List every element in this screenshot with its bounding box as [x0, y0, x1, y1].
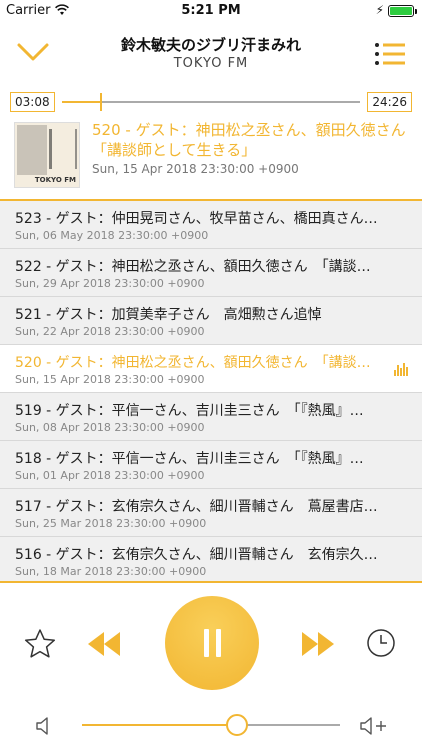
chevron-down-icon[interactable]	[16, 37, 50, 67]
clock-icon[interactable]	[366, 628, 396, 658]
episode-date: Sun, 25 Mar 2018 23:30:00 +0900	[15, 517, 207, 530]
episode-date: Sun, 08 Apr 2018 23:30:00 +0900	[15, 421, 205, 434]
artwork-photo	[17, 125, 47, 175]
episode-title: 516 - ゲスト：玄侑宗久さん、細川晋輔さん 玄侑宗久…	[15, 547, 378, 563]
volume-thumb[interactable]	[225, 714, 248, 736]
episode-row[interactable]: 521 - ゲスト：加賀美幸子さん 高畑勲さん追悼 Sun, 22 Apr 201…	[0, 297, 422, 345]
artwork-logo: TOKYO FM	[34, 176, 76, 184]
episode-date: Sun, 01 Apr 2018 23:30:00 +0900	[15, 469, 205, 482]
episode-date: Sun, 15 Apr 2018 23:30:00 +0900	[15, 373, 205, 386]
episode-row[interactable]: 519 - ゲスト：平信一さん、吉川圭三さん 「『熱風』… Sun, 08 Apr…	[0, 393, 422, 441]
speaker-low-icon	[36, 717, 48, 735]
volume-fill	[82, 724, 237, 726]
episode-row[interactable]: 520 - ゲスト：神田松之丞さん、額田久徳さん 「講談… Sun, 15 Apr…	[0, 345, 422, 393]
status-time: 5:21 PM	[181, 3, 241, 18]
now-playing-equalizer-icon	[394, 363, 408, 376]
volume-slider[interactable]	[82, 714, 340, 736]
list-menu-icon[interactable]	[374, 42, 406, 66]
podcast-author: TOKYO FM	[173, 56, 249, 71]
nav-bar: 鈴木敏夫のジブリ汗まみれ TOKYO FM	[0, 22, 422, 82]
elapsed-time: 03:08	[10, 92, 55, 112]
episode-row[interactable]: 522 - ゲスト：神田松之丞さん、額田久徳さん 「講談… Sun, 29 Apr…	[0, 249, 422, 297]
episode-date: Sun, 18 Mar 2018 23:30:00 +0900	[15, 565, 207, 578]
episode-title: 517 - ゲスト：玄侑宗久さん、細川晋輔さん 蔦屋書店…	[15, 499, 378, 515]
episode-title: 519 - ゲスト：平信一さん、吉川圭三さん 「『熱風』…	[15, 403, 364, 419]
now-playing: TOKYO FM 520 - ゲスト：神田松之丞さん、額田久徳さん 「講談師とし…	[0, 118, 422, 198]
progress-slider[interactable]	[62, 93, 360, 111]
podcast-title: 鈴木敏夫のジブリ汗まみれ	[120, 36, 301, 54]
rewind-icon[interactable]	[86, 630, 122, 658]
episode-title: 521 - ゲスト：加賀美幸子さん 高畑勲さん追悼	[15, 307, 322, 323]
episode-title: 522 - ゲスト：神田松之丞さん、額田久徳さん 「講談…	[15, 259, 371, 275]
charging-icon: ⚡	[375, 3, 384, 17]
episode-list: 523 - ゲスト：仲田晃司さん、牧早苗さん、橋田真さん… Sun, 06 May…	[0, 199, 422, 583]
pause-icon	[204, 629, 209, 657]
episode-title: 520 - ゲスト：神田松之丞さん、額田久徳さん 「講談…	[15, 355, 371, 371]
pause-button[interactable]	[165, 596, 259, 690]
episode-date: Sun, 06 May 2018 23:30:00 +0900	[15, 229, 209, 242]
episode-date: Sun, 22 Apr 2018 23:30:00 +0900	[15, 325, 205, 338]
episode-row[interactable]: 516 - ゲスト：玄侑宗久さん、細川晋輔さん 玄侑宗久… Sun, 18 Mar…	[0, 537, 422, 581]
episode-row[interactable]: 523 - ゲスト：仲田晃司さん、牧早苗さん、橋田真さん… Sun, 06 May…	[0, 201, 422, 249]
episode-row[interactable]: 518 - ゲスト：平信一さん、吉川圭三さん 「『熱風』… Sun, 01 Apr…	[0, 441, 422, 489]
episode-artwork: TOKYO FM	[14, 122, 80, 188]
episode-date: Sun, 29 Apr 2018 23:30:00 +0900	[15, 277, 205, 290]
now-playing-title: 520 - ゲスト：神田松之丞さん、額田久徳さん 「講談師として生きる」	[92, 121, 421, 159]
episode-title: 518 - ゲスト：平信一さん、吉川圭三さん 「『熱風』…	[15, 451, 364, 467]
episode-title: 523 - ゲスト：仲田晃司さん、牧早苗さん、橋田真さん…	[15, 211, 378, 227]
star-icon[interactable]	[24, 628, 56, 660]
speaker-high-icon	[360, 717, 386, 735]
episode-row[interactable]: 517 - ゲスト：玄侑宗久さん、細川晋輔さん 蔦屋書店… Sun, 25 Mar…	[0, 489, 422, 537]
remaining-time: 24:26	[367, 92, 412, 112]
playback-progress: 03:08 24:26	[0, 90, 422, 114]
fast-forward-icon[interactable]	[300, 630, 336, 658]
status-bar: Carrier 5:21 PM ⚡	[0, 0, 422, 22]
volume-control	[0, 705, 422, 745]
pause-icon	[216, 629, 221, 657]
playback-controls	[0, 590, 422, 700]
now-playing-date: Sun, 15 Apr 2018 23:30:00 +0900	[92, 162, 299, 176]
progress-fill	[62, 101, 101, 103]
battery-icon	[388, 5, 417, 17]
artwork-calligraphy	[49, 129, 77, 169]
progress-thumb[interactable]	[100, 93, 103, 111]
